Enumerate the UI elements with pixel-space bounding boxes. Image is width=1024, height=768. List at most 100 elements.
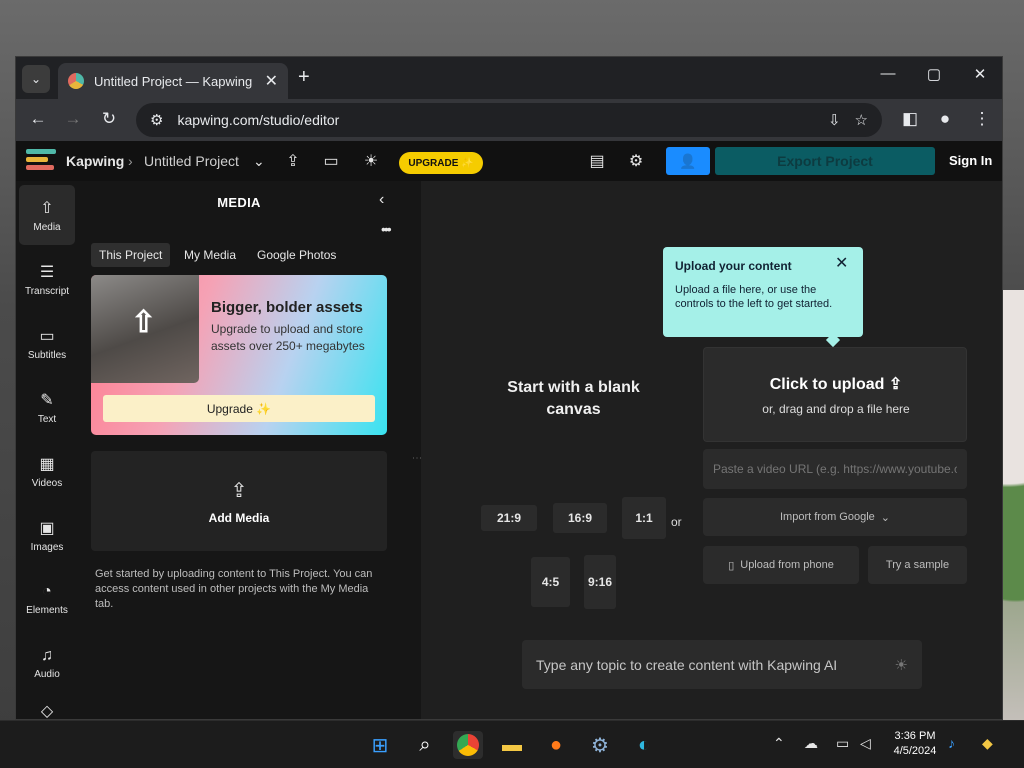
ratio-21-9-button[interactable]: 21:9 — [481, 505, 537, 531]
ai-prompt-placeholder: Type any topic to create content with Ka… — [536, 656, 838, 673]
upload-phone-label: Upload from phone — [740, 559, 834, 571]
import-from-google-button[interactable]: Import from Google ⌄ — [703, 498, 967, 536]
lightbulb-icon[interactable]: ☀ — [895, 656, 908, 674]
breadcrumb-separator: › — [128, 153, 133, 169]
rail-item-elements[interactable]: ◔ Elements — [19, 569, 75, 629]
ratio-16-9-button[interactable]: 16:9 — [553, 503, 607, 533]
close-icon[interactable]: ✕ — [835, 253, 848, 273]
browser-menu-icon[interactable]: ⋮ — [970, 109, 994, 129]
rail-label: Media — [33, 221, 61, 233]
rail-item-media[interactable]: ⇧ Media — [19, 185, 75, 245]
new-tab-button[interactable]: + — [298, 66, 310, 89]
address-bar-row: ← → ↻ ⚙ kapwing.com/studio/editor ⇩ ☆ ◧ … — [16, 99, 1002, 141]
settings-gear-icon[interactable]: ⚙ — [625, 151, 647, 171]
upload-arrow-icon: ⇧ — [131, 306, 157, 339]
or-separator: or — [671, 515, 682, 529]
brand-name[interactable]: Kapwing — [66, 153, 124, 169]
tab-my-media[interactable]: My Media — [176, 243, 244, 267]
shapes-icon: ◔ — [42, 582, 52, 600]
site-info-icon[interactable]: ⚙ — [150, 111, 163, 129]
upload-cloud-icon: ⇧ — [40, 199, 54, 217]
volume-muted-icon[interactable]: ◁ — [860, 735, 871, 752]
profile-icon[interactable]: ● — [933, 109, 957, 129]
tab-google-photos[interactable]: Google Photos — [249, 243, 344, 267]
rail-item-transcript[interactable]: ☰ Transcript — [19, 249, 75, 309]
promo-upgrade-button[interactable]: Upgrade ✨ — [103, 395, 375, 422]
rail-item-images[interactable]: ▣ Images — [19, 505, 75, 565]
try-sample-button[interactable]: Try a sample — [868, 546, 967, 584]
phone-icon: ▯ — [728, 559, 735, 572]
chevron-down-icon[interactable]: ⌄ — [253, 153, 265, 170]
upgrade-button[interactable]: UPGRADE ✨ — [399, 152, 483, 174]
ratio-9-16-button[interactable]: 9:16 — [584, 555, 616, 609]
tab-search-button[interactable]: ⌄ — [22, 65, 50, 93]
kapwing-favicon-icon — [68, 73, 84, 89]
invite-button[interactable]: 👤 — [666, 147, 710, 175]
upload-heading: Click to upload ⇪ — [769, 376, 903, 393]
rail-item-videos[interactable]: ▦ Videos — [19, 441, 75, 501]
share-upload-icon[interactable]: ⇪ — [282, 151, 304, 171]
maximize-button[interactable]: ▢ — [920, 65, 948, 83]
back-button[interactable]: ← — [26, 109, 50, 129]
edge-icon[interactable]: ◐ — [629, 731, 659, 759]
ratio-4-5-button[interactable]: 4:5 — [531, 557, 570, 607]
panel-info-text: Get started by uploading content to This… — [95, 568, 373, 610]
clock-date: 4/5/2024 — [893, 745, 937, 757]
lightbulb-icon[interactable]: ☀ — [360, 151, 382, 171]
rail-label: Text — [37, 413, 57, 425]
rail-item-subtitles[interactable]: ▭ Subtitles — [19, 313, 75, 373]
tab-title: Untitled Project — Kapwing — [94, 73, 253, 89]
settings-gear-icon[interactable]: ⚙ — [585, 731, 615, 759]
close-tab-icon[interactable]: ✕ — [265, 71, 278, 91]
system-clock[interactable]: 3:36 PM 4/5/2024 — [889, 729, 941, 759]
chrome-taskbar-icon[interactable] — [453, 731, 483, 759]
promo-body: Upgrade to upload and store assets over … — [211, 322, 365, 353]
reload-button[interactable]: ↻ — [97, 109, 121, 129]
sign-in-button[interactable]: Sign In — [949, 153, 992, 168]
rail-label: Transcript — [24, 285, 70, 297]
file-explorer-icon[interactable]: ▬ — [497, 731, 527, 759]
notification-bell-icon[interactable]: ♪ — [948, 735, 955, 751]
tab-this-project[interactable]: This Project — [91, 243, 171, 267]
media-panel: MEDIA ‹ ••• This Project My Media Google… — [79, 181, 407, 719]
film-icon: ▦ — [39, 455, 55, 473]
rail-item-audio[interactable]: ♫ Audio — [19, 633, 75, 693]
rail-label: Images — [30, 541, 64, 553]
project-name[interactable]: Untitled Project — [144, 153, 239, 169]
comments-icon[interactable]: ▤ — [586, 151, 608, 171]
close-window-button[interactable]: ✕ — [966, 65, 994, 83]
start-windows-icon[interactable]: ⊞ — [365, 731, 395, 759]
side-panel-icon[interactable]: ◧ — [898, 109, 922, 129]
clock-time: 3:36 PM — [894, 730, 936, 742]
rail-item-text[interactable]: ✎ Text — [19, 377, 75, 437]
chevron-up-icon[interactable]: ⌃ — [773, 735, 785, 752]
export-project-button[interactable]: Export Project — [715, 147, 935, 175]
forward-button[interactable]: → — [61, 109, 85, 129]
click-to-upload-area[interactable]: Click to upload ⇪ or, drag and drop a fi… — [703, 347, 967, 442]
bookmark-star-icon[interactable]: ☆ — [855, 111, 868, 129]
minimize-button[interactable]: — — [874, 65, 902, 82]
layers-icon: ◇ — [40, 703, 54, 720]
kapwing-logo[interactable] — [26, 149, 56, 171]
browser-window: ⌄ Untitled Project — Kapwing ✕ + — ▢ ✕ ←… — [15, 56, 1003, 720]
collapse-panel-icon[interactable]: ‹ — [379, 191, 384, 209]
add-media-button[interactable]: ⇪ Add Media — [91, 451, 387, 551]
install-app-icon[interactable]: ⇩ — [828, 111, 841, 129]
display-icon[interactable]: ▭ — [836, 735, 849, 752]
rail-label: Videos — [31, 477, 63, 489]
cloud-offline-icon[interactable]: ☁ — [804, 735, 818, 752]
transcript-icon: ☰ — [39, 263, 55, 281]
ai-prompt-input[interactable]: Type any topic to create content with Ka… — [522, 640, 922, 689]
browser-tab[interactable]: Untitled Project — Kapwing ✕ — [58, 63, 288, 99]
rail-item-more[interactable]: ◇ — [19, 701, 75, 720]
firefox-icon[interactable]: ● — [541, 731, 571, 759]
more-options-icon[interactable]: ••• — [381, 221, 392, 237]
ratio-1-1-button[interactable]: 1:1 — [622, 497, 666, 539]
captions-icon[interactable]: ▭ — [320, 151, 342, 171]
video-url-input[interactable] — [703, 449, 967, 489]
search-icon[interactable]: ⌕ — [410, 731, 440, 759]
panel-resize-handle[interactable]: ⋮ — [407, 181, 422, 719]
omnibox[interactable]: ⚙ kapwing.com/studio/editor ⇩ ☆ — [136, 103, 882, 137]
upload-from-phone-button[interactable]: ▯ Upload from phone — [703, 546, 859, 584]
copilot-icon[interactable]: ◆ — [982, 735, 993, 752]
